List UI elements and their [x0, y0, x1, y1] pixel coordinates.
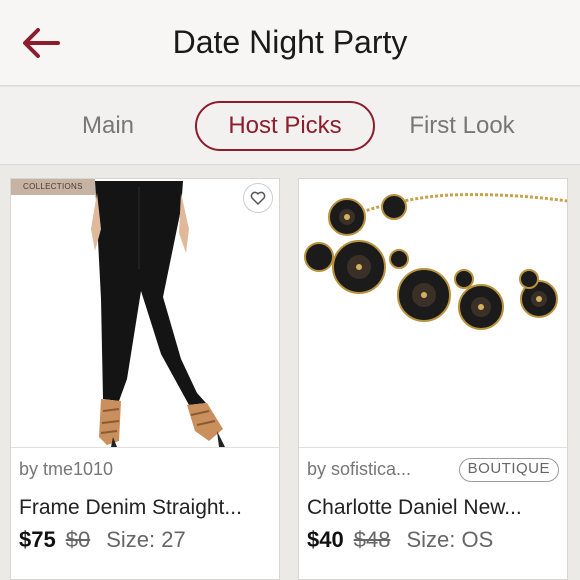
- listing-title[interactable]: Charlotte Daniel New...: [307, 496, 561, 520]
- listing-card[interactable]: by sofistica... BOUTIQUE Charlotte Danie…: [298, 178, 568, 580]
- heart-icon[interactable]: [243, 183, 273, 213]
- listing-title[interactable]: Frame Denim Straight...: [19, 496, 273, 520]
- top-bar: Date Night Party: [0, 0, 580, 86]
- original-price: $0: [65, 527, 91, 552]
- tab-first-look[interactable]: First Look: [396, 101, 528, 151]
- seller-name[interactable]: by sofistica...: [307, 459, 411, 480]
- price: $75: [19, 527, 56, 552]
- tab-bar: Main Host Picks First Look: [0, 87, 580, 165]
- price-row: $75 $0 Size: 27: [19, 527, 186, 553]
- price-row: $40 $48 Size: OS: [307, 527, 493, 553]
- divider: [11, 447, 279, 448]
- size-label: Size: 27: [106, 527, 186, 552]
- price: $40: [307, 527, 344, 552]
- listing-grid: COLLECTIONS by tme1010 Frame Denim Strai…: [0, 166, 580, 580]
- tab-main[interactable]: Main: [66, 101, 150, 151]
- original-price: $48: [353, 527, 391, 552]
- collections-badge: COLLECTIONS: [11, 179, 95, 195]
- listing-card[interactable]: COLLECTIONS by tme1010 Frame Denim Strai…: [10, 178, 280, 580]
- listing-image[interactable]: [299, 179, 567, 447]
- divider: [299, 447, 567, 448]
- listing-image[interactable]: COLLECTIONS: [11, 179, 279, 447]
- seller-name[interactable]: by tme1010: [19, 459, 113, 480]
- boutique-badge: BOUTIQUE: [458, 458, 559, 482]
- size-label: Size: OS: [406, 527, 494, 552]
- page-title: Date Night Party: [172, 24, 408, 60]
- tab-host-picks[interactable]: Host Picks: [195, 101, 375, 151]
